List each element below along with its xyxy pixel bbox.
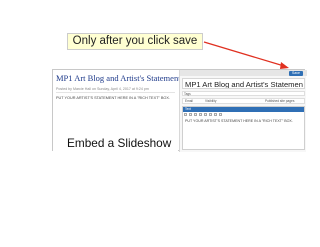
divider — [56, 92, 175, 93]
link-icon[interactable] — [209, 113, 212, 116]
publish-option[interactable]: Published site pages — [265, 99, 294, 104]
text-block-label: Text — [185, 107, 191, 111]
code-icon[interactable] — [219, 113, 222, 116]
callout-note: Only after you click save — [67, 33, 203, 50]
visibility-option[interactable]: Visibility — [205, 99, 216, 104]
post-options-toolbar: Email Visibility Published site pages — [182, 98, 305, 104]
post-title-link[interactable]: MP1 Art Blog and Artist's Statement — [56, 73, 181, 83]
list-icon[interactable] — [199, 113, 202, 116]
title-field-value: MP1 Art Blog and Artist's Statemen — [185, 80, 303, 89]
rich-text-editor[interactable]: Text PUT YOUR ARTIST'S STATEMENT HERE IN… — [182, 106, 305, 150]
tags-field[interactable]: Tags — [182, 91, 305, 96]
embed-slideshow-caption: Embed a Slideshow — [67, 136, 172, 150]
underline-icon[interactable] — [194, 113, 197, 116]
tags-label: Tags — [184, 92, 191, 96]
post-meta: Posted by Marcie Hall on Sunday, April 4… — [56, 87, 149, 91]
image-icon[interactable] — [214, 113, 217, 116]
save-button[interactable]: Save — [289, 70, 303, 76]
editor-topbar: Save — [180, 70, 307, 76]
post-body: PUT YOUR ARTIST'S STATEMENT HERE IN A "R… — [56, 96, 170, 100]
align-icon[interactable] — [204, 113, 207, 116]
format-toolbar — [184, 113, 303, 117]
email-option[interactable]: Email — [185, 99, 193, 104]
bold-icon[interactable] — [184, 113, 187, 116]
text-block-header: Text — [183, 107, 304, 112]
editor-text: PUT YOUR ARTIST'S STATEMENT HERE IN A "R… — [185, 119, 293, 123]
title-field[interactable]: MP1 Art Blog and Artist's Statemen — [182, 78, 305, 89]
italic-icon[interactable] — [189, 113, 192, 116]
post-editor-panel: Save MP1 Art Blog and Artist's Statemen … — [179, 70, 307, 152]
